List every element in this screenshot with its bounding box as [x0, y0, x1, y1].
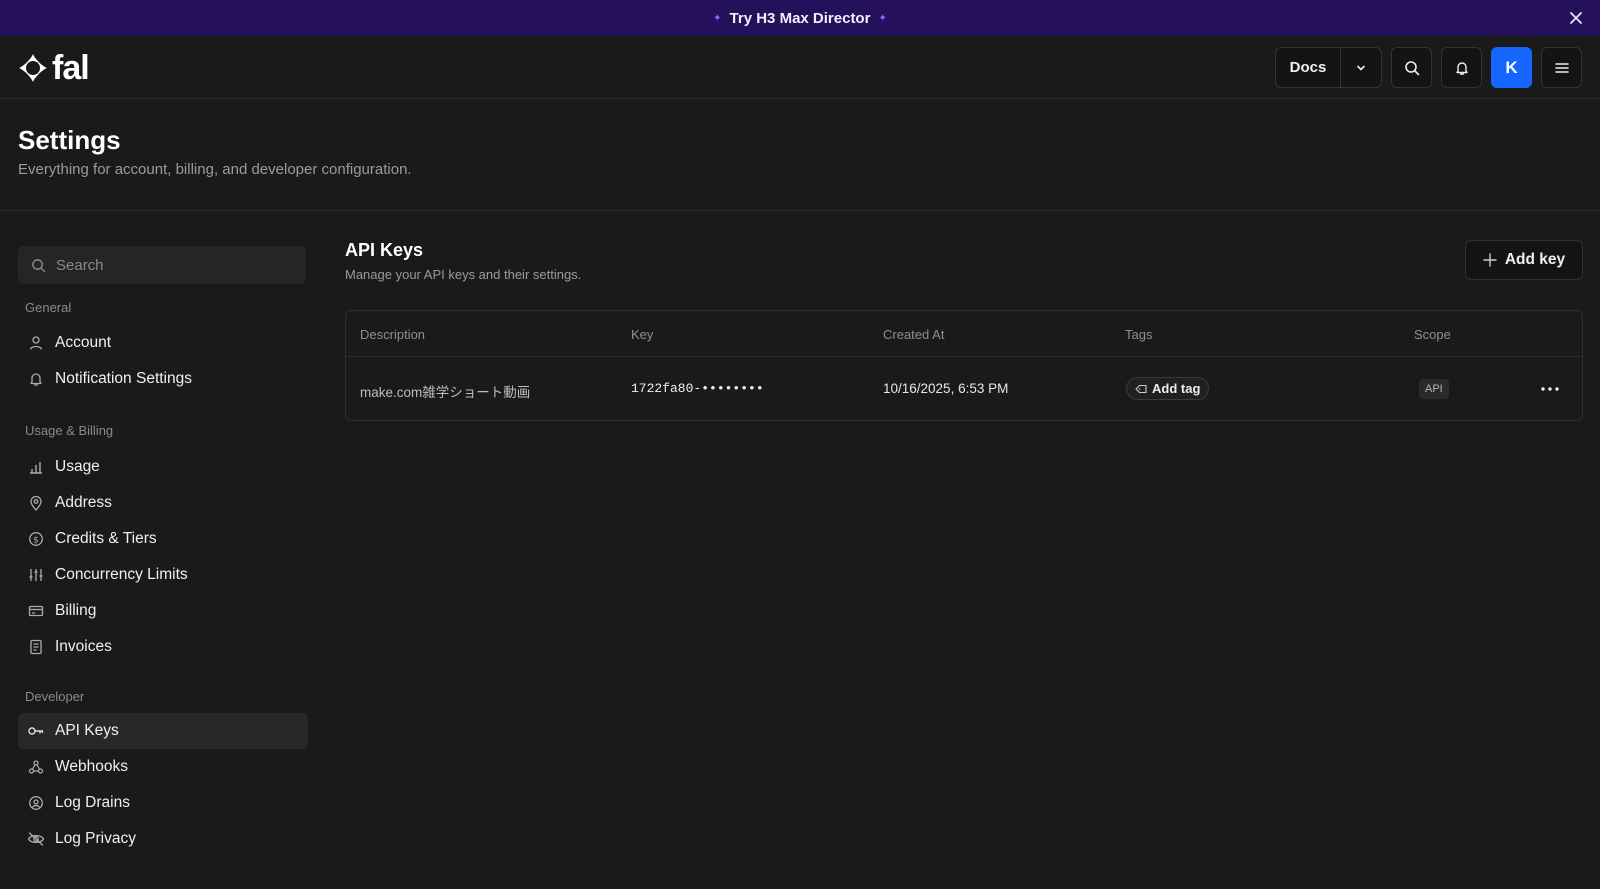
sidebar-item-label: Credits & Tiers [55, 530, 157, 547]
receipt-icon [27, 638, 45, 656]
nav-section-usage-billing: Usage & Billing Usage Address $ Credits … [18, 421, 308, 665]
dollar-circle-icon: $ [27, 530, 45, 548]
notifications-button[interactable] [1441, 47, 1482, 88]
table-row: make.com雑学ショート動画 1722fa80-•••••••• 10/16… [346, 357, 1582, 421]
add-tag-label: Add tag [1152, 381, 1201, 396]
column-header-description: Description [360, 327, 426, 342]
scope-badge: API [1419, 379, 1449, 399]
column-header-created-at: Created At [883, 327, 945, 342]
sliders-icon [27, 566, 45, 584]
avatar[interactable]: K [1491, 47, 1532, 88]
top-navigation-bar: fal Docs K [0, 36, 1600, 99]
sidebar-item-label: Notification Settings [55, 370, 192, 387]
page-subtitle: Everything for account, billing, and dev… [18, 161, 412, 178]
add-key-label: Add key [1504, 251, 1566, 268]
sparkle-icon: ✦ [713, 12, 722, 24]
sidebar-item-billing[interactable]: Billing [18, 593, 308, 629]
user-icon [27, 334, 45, 352]
menu-icon [1554, 62, 1569, 73]
nav-heading-usage-billing: Usage & Billing [25, 423, 114, 438]
sidebar-item-label: Account [55, 334, 112, 351]
page-header: Settings Everything for account, billing… [0, 99, 1600, 211]
section-subtitle: Manage your API keys and their settings. [345, 267, 582, 282]
nav-section-developer: Developer API Keys Webhooks Log Drains L… [18, 687, 308, 857]
table-header: Description Key Created At Tags Scope [346, 311, 1582, 357]
logo-text: fal [52, 49, 90, 87]
sidebar-item-api-keys[interactable]: API Keys [18, 713, 308, 749]
sidebar-item-webhooks[interactable]: Webhooks [18, 749, 308, 785]
key-created-at: 10/16/2025, 6:53 PM [883, 381, 1009, 396]
docs-button[interactable]: Docs [1276, 48, 1341, 87]
search-icon [32, 258, 46, 272]
add-tag-button[interactable]: Add tag [1126, 377, 1210, 400]
nav-heading-general: General [25, 300, 72, 315]
column-header-key: Key [631, 327, 654, 342]
api-keys-panel: API Keys Manage your API keys and their … [345, 240, 1583, 421]
sidebar-item-label: Address [55, 494, 112, 511]
search-button[interactable] [1391, 47, 1432, 88]
close-icon[interactable] [1566, 8, 1586, 28]
sidebar-search[interactable] [18, 246, 306, 284]
tag-icon [1135, 384, 1147, 393]
search-input[interactable] [56, 256, 276, 274]
section-title: API Keys [345, 240, 424, 260]
key-description: make.com雑学ショート動画 [360, 385, 531, 400]
sidebar-item-invoices[interactable]: Invoices [18, 629, 308, 665]
sidebar-item-label: Webhooks [55, 758, 128, 775]
add-key-button[interactable]: Add key [1465, 240, 1583, 280]
sidebar-item-log-privacy[interactable]: Log Privacy [18, 821, 308, 857]
bar-chart-icon [27, 458, 45, 476]
more-options-icon[interactable] [1536, 375, 1564, 403]
broadcast-icon [27, 794, 45, 812]
settings-sidebar: General Account Notification Settings Us… [18, 246, 308, 847]
sidebar-item-account[interactable]: Account [18, 325, 308, 361]
bell-icon [1455, 61, 1468, 75]
sidebar-item-label: API Keys [55, 722, 119, 739]
plus-icon [1483, 253, 1497, 267]
eye-off-icon [27, 830, 45, 848]
sidebar-item-usage[interactable]: Usage [18, 449, 308, 485]
key-value: 1722fa80-•••••••• [631, 381, 764, 396]
sidebar-item-label: Concurrency Limits [55, 566, 188, 583]
promo-banner-text[interactable]: Try H3 Max Director [730, 10, 871, 27]
sidebar-item-label: Billing [55, 602, 97, 619]
sidebar-item-notification-settings[interactable]: Notification Settings [18, 361, 308, 397]
fal-logo-icon [19, 54, 47, 82]
api-keys-table: Description Key Created At Tags Scope ma… [345, 310, 1583, 421]
sidebar-item-label: Log Privacy [55, 830, 136, 847]
bell-icon [27, 370, 45, 388]
promo-banner[interactable]: ✦ Try H3 Max Director ✦ [0, 0, 1600, 36]
chevron-down-icon[interactable] [1341, 48, 1381, 87]
menu-button[interactable] [1541, 47, 1582, 88]
top-actions: Docs K [1275, 47, 1582, 88]
key-icon [27, 722, 45, 740]
svg-text:$: $ [33, 535, 39, 545]
sidebar-item-log-drains[interactable]: Log Drains [18, 785, 308, 821]
nav-section-general: General Account Notification Settings [18, 298, 308, 397]
docs-button-group: Docs [1275, 47, 1382, 88]
nav-heading-developer: Developer [25, 689, 85, 704]
sidebar-item-label: Usage [55, 458, 100, 475]
credit-card-icon [27, 602, 45, 620]
map-pin-icon [27, 494, 45, 512]
sidebar-item-address[interactable]: Address [18, 485, 308, 521]
sidebar-item-credits-tiers[interactable]: $ Credits & Tiers [18, 521, 308, 557]
sidebar-item-concurrency-limits[interactable]: Concurrency Limits [18, 557, 308, 593]
sidebar-item-label: Log Drains [55, 794, 130, 811]
search-icon [1404, 60, 1419, 75]
fal-logo[interactable]: fal [18, 49, 90, 87]
sparkle-icon: ✦ [878, 12, 887, 24]
sidebar-item-label: Invoices [55, 638, 112, 655]
column-header-tags: Tags [1125, 327, 1153, 342]
page-title: Settings [18, 125, 121, 155]
webhook-icon [27, 758, 45, 776]
column-header-scope: Scope [1414, 327, 1451, 342]
